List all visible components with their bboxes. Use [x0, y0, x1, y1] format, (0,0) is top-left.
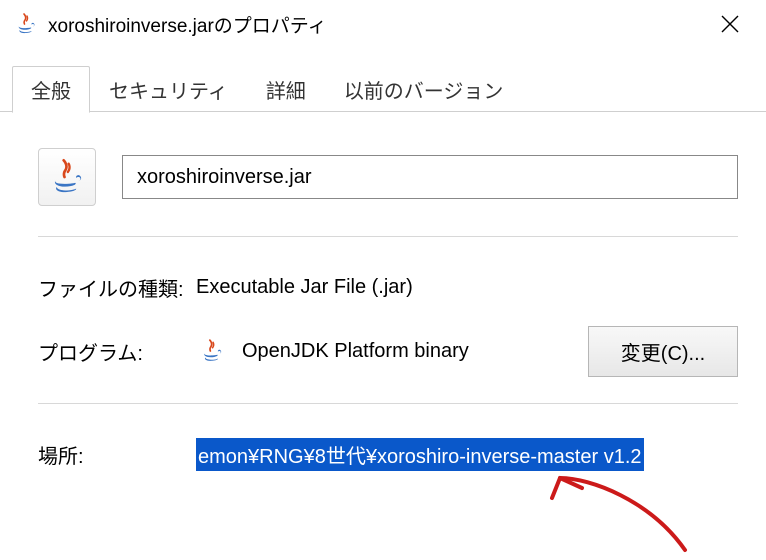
row-program: プログラム: OpenJDK Platform binary 変更(C)... — [38, 323, 738, 379]
file-header-row: xoroshiroinverse.jar — [38, 148, 738, 206]
close-button[interactable] — [706, 0, 754, 48]
tab-general[interactable]: 全般 — [12, 66, 90, 113]
titlebar: xoroshiroinverse.jarのプロパティ — [0, 0, 766, 48]
value-program: OpenJDK Platform binary — [242, 340, 570, 363]
divider — [38, 403, 738, 404]
value-location[interactable]: emon¥RNG¥8世代¥xoroshiro-inverse-master v1… — [196, 438, 644, 471]
java-icon — [196, 335, 228, 367]
row-filetype: ファイルの種類: Executable Jar File (.jar) — [38, 259, 738, 315]
label-location: 場所: — [38, 440, 196, 469]
window-title: xoroshiroinverse.jarのプロパティ — [48, 11, 706, 38]
value-filetype: Executable Jar File (.jar) — [196, 276, 738, 299]
filename-text: xoroshiroinverse.jar — [137, 166, 312, 189]
file-type-icon — [38, 148, 96, 206]
java-icon — [12, 10, 40, 38]
tab-details[interactable]: 詳細 — [247, 66, 325, 112]
tab-strip: 全般 セキュリティ 詳細 以前のバージョン — [0, 70, 766, 112]
tab-previous-versions[interactable]: 以前のバージョン — [325, 66, 523, 112]
filename-field[interactable]: xoroshiroinverse.jar — [122, 155, 738, 199]
hand-drawn-arrow-annotation — [540, 470, 740, 560]
change-button[interactable]: 変更(C)... — [588, 326, 738, 377]
divider — [38, 236, 738, 237]
label-filetype: ファイルの種類: — [38, 273, 196, 302]
tab-content: xoroshiroinverse.jar ファイルの種類: Executable… — [0, 112, 766, 482]
row-location: 場所: emon¥RNG¥8世代¥xoroshiro-inverse-maste… — [38, 426, 738, 482]
label-program: プログラム: — [38, 337, 196, 366]
tab-security[interactable]: セキュリティ — [90, 66, 247, 112]
